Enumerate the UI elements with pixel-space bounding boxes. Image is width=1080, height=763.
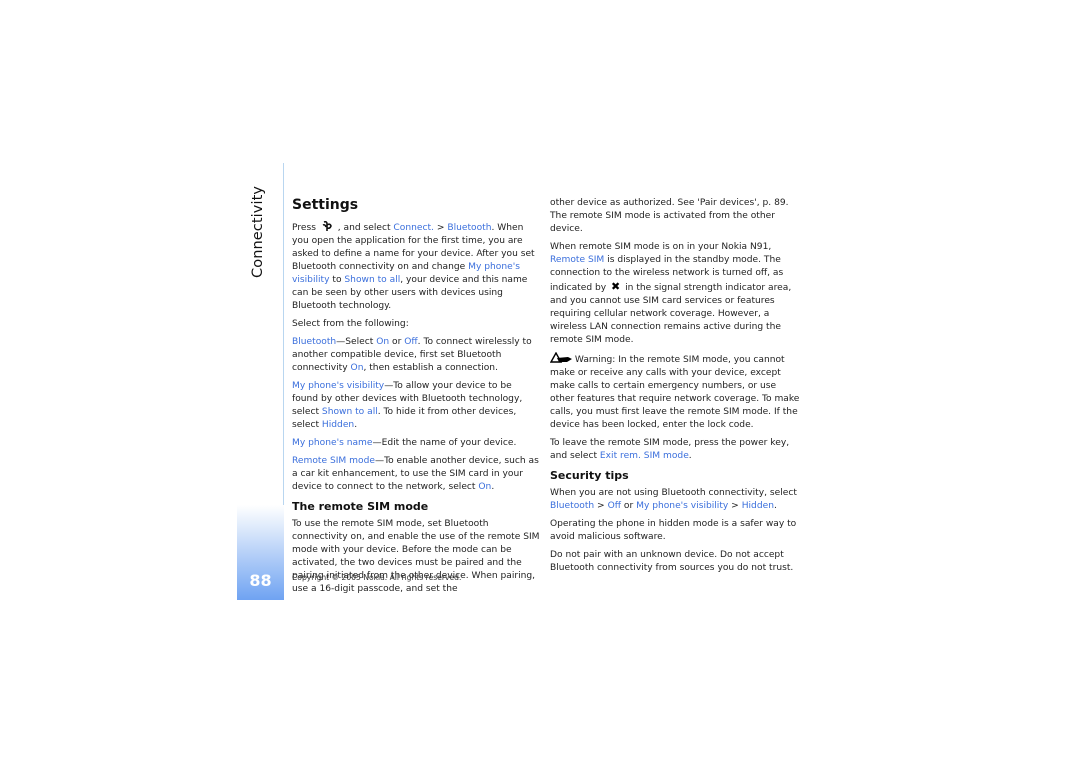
select-from-text: Select from the following:: [292, 319, 409, 329]
link-hidden[interactable]: Hidden: [322, 420, 354, 430]
chapter-title-text: Connectivity: [250, 185, 266, 278]
text: , then establish a connection.: [363, 363, 498, 373]
leave-remote-sim-paragraph: To leave the remote SIM mode, press the …: [550, 437, 802, 463]
text: When remote SIM mode is on in your Nokia…: [550, 242, 772, 252]
warning-hand-icon: [550, 352, 572, 363]
page-number-tab: 88: [237, 505, 284, 600]
security-tip-1: When you are not using Bluetooth connect…: [550, 487, 802, 513]
menu-key-icon: [322, 221, 332, 231]
link-connect[interactable]: Connect.: [393, 223, 434, 233]
remote-sim-paragraph: To use the remote SIM mode, set Bluetoot…: [292, 519, 540, 594]
link-bluetooth[interactable]: Bluetooth: [447, 223, 491, 233]
text: , and select: [334, 223, 394, 233]
text: .: [773, 501, 777, 511]
link-remote-sim-mode[interactable]: Remote SIM mode: [292, 456, 375, 466]
warning-text: Warning: In the remote SIM mode, you can…: [550, 355, 800, 430]
page-number: 88: [249, 571, 272, 590]
text: .: [354, 420, 358, 430]
text: >: [594, 501, 608, 511]
link-my-phones-visibility[interactable]: My phone's visibility: [292, 381, 384, 391]
remote-sim-on-paragraph: When remote SIM mode is on in your Nokia…: [550, 241, 802, 347]
warning-note: Warning: In the remote SIM mode, you can…: [550, 352, 802, 432]
text: >: [433, 223, 448, 233]
security-tip-3: Do not pair with an unknown device. Do n…: [550, 550, 794, 573]
text: —Select: [336, 337, 377, 347]
link-hidden[interactable]: Hidden: [742, 501, 774, 511]
link-on[interactable]: On: [478, 482, 491, 492]
security-tip-2: Operating the phone in hidden mode is a …: [550, 519, 797, 542]
option-phone-name: My phone's name—Edit the name of your de…: [292, 437, 540, 450]
column-left: Settings Press , and select Connect. > B…: [292, 197, 540, 601]
link-off[interactable]: Off: [404, 337, 417, 347]
no-network-x-icon: ✖: [611, 280, 621, 293]
link-off[interactable]: Off: [608, 501, 621, 511]
copyright-footer: Copyright © 2005 Nokia. All rights reser…: [292, 573, 462, 582]
text: >: [728, 501, 742, 511]
text: or: [621, 501, 637, 511]
link-on[interactable]: On: [351, 363, 364, 373]
text: .: [688, 451, 692, 461]
link-shown-to-all[interactable]: Shown to all: [322, 407, 378, 417]
text: Press: [292, 223, 319, 233]
option-visibility: My phone's visibility—To allow your devi…: [292, 380, 540, 432]
text: —Edit the name of your device.: [372, 438, 517, 448]
chapter-title: Connectivity: [246, 186, 276, 280]
text: .: [491, 482, 495, 492]
option-bluetooth: Bluetooth—Select On or Off. To connect w…: [292, 336, 540, 375]
intro-paragraph: Press , and select Connect. > Bluetooth.…: [292, 221, 540, 313]
remote-sim-heading: The remote SIM mode: [292, 500, 429, 513]
column-right: other device as authorized. See 'Pair de…: [550, 197, 802, 580]
text: or: [389, 337, 405, 347]
link-remote-sim[interactable]: Remote SIM: [550, 255, 604, 265]
option-remote-sim: Remote SIM mode—To enable another device…: [292, 455, 540, 494]
link-shown-to-all[interactable]: Shown to all: [344, 275, 400, 285]
link-bluetooth[interactable]: Bluetooth: [292, 337, 336, 347]
text: When you are not using Bluetooth connect…: [550, 488, 797, 498]
text: to: [329, 275, 345, 285]
link-on[interactable]: On: [376, 337, 389, 347]
settings-heading: Settings: [292, 197, 359, 213]
link-my-phones-name[interactable]: My phone's name: [292, 438, 373, 448]
link-exit-rem-sim-mode[interactable]: Exit rem. SIM mode: [600, 451, 689, 461]
security-tips-heading: Security tips: [550, 469, 629, 482]
continued-paragraph: other device as authorized. See 'Pair de…: [550, 198, 789, 234]
link-my-phones-visibility[interactable]: My phone's visibility: [636, 501, 728, 511]
link-bluetooth[interactable]: Bluetooth: [550, 501, 594, 511]
